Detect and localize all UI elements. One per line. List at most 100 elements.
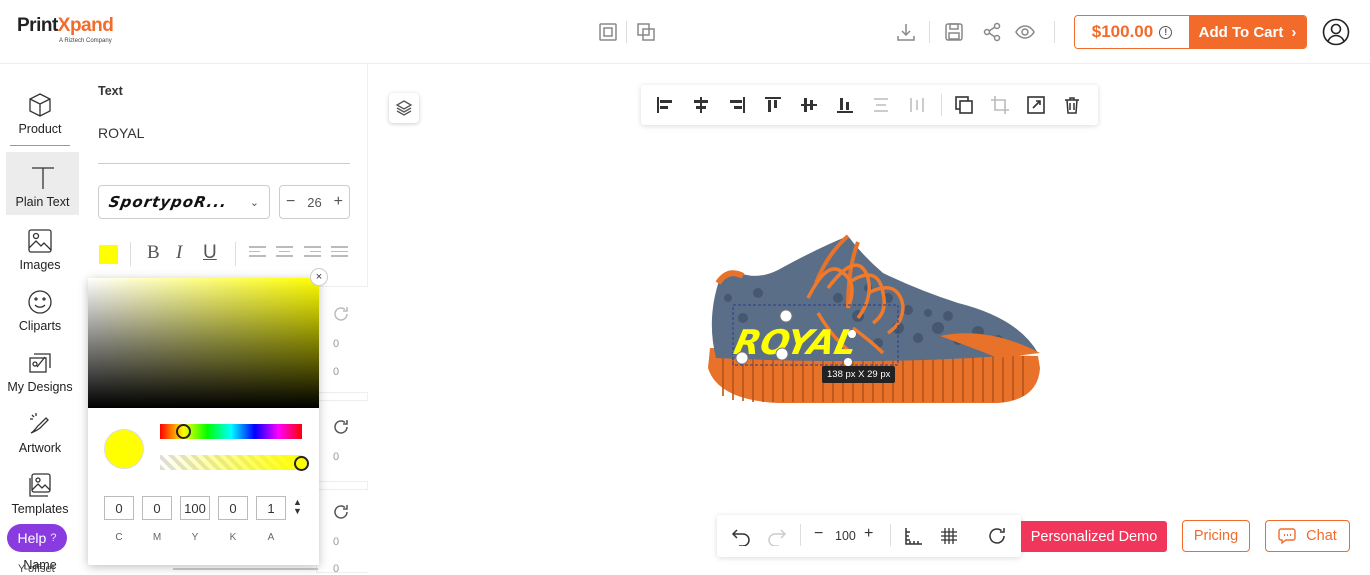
field-spinner[interactable]: ▲ ▼: [293, 498, 302, 516]
edit-handle[interactable]: [735, 351, 749, 365]
rotate-icon[interactable]: [332, 503, 350, 521]
y-offset-label: Y-offset: [18, 563, 55, 575]
chat-button[interactable]: Chat: [1265, 520, 1350, 552]
align-right-edge-icon[interactable]: [727, 95, 747, 115]
personalized-demo-button[interactable]: Personalized Demo: [1021, 521, 1167, 552]
font-select[interactable]: SportypoR... ⌄: [98, 185, 270, 219]
distribute-vertical-icon[interactable]: [907, 95, 927, 115]
nav-my-designs[interactable]: My Designs: [0, 338, 80, 400]
resize-handle[interactable]: [844, 358, 852, 366]
dimensions-tooltip: 138 px X 29 px: [822, 366, 896, 383]
crop-icon[interactable]: [990, 95, 1010, 115]
rotate-icon[interactable]: [332, 305, 350, 323]
preview-eye-icon[interactable]: [1013, 20, 1037, 44]
align-left-icon[interactable]: [249, 246, 266, 262]
help-button[interactable]: Help ?: [7, 524, 67, 552]
nav-product[interactable]: Product: [0, 80, 80, 142]
bring-forward-icon[interactable]: [954, 95, 974, 115]
nav-images[interactable]: Images: [0, 216, 80, 278]
ruler-icon[interactable]: [903, 526, 923, 546]
field-label: K: [229, 532, 237, 543]
zoom-in-icon[interactable]: +: [864, 525, 873, 543]
align-justify-icon[interactable]: [331, 246, 348, 262]
bold-button[interactable]: B: [147, 242, 160, 264]
resize-handle[interactable]: [848, 330, 856, 338]
logo[interactable]: PrintXpand A Riztech Company: [17, 15, 114, 44]
smiley-icon: [28, 290, 52, 314]
field-label: Y: [191, 532, 199, 543]
text-input[interactable]: ROYAL: [98, 124, 350, 164]
close-icon[interactable]: ×: [310, 268, 328, 286]
top-bar: PrintXpand A Riztech Company $100.00 ! A…: [0, 0, 1370, 64]
zoom-out-icon[interactable]: −: [814, 525, 823, 543]
add-to-cart-button[interactable]: Add To Cart ›: [1189, 16, 1306, 48]
layers-icon: [395, 100, 413, 116]
panel-title: Text: [98, 84, 123, 98]
copy-layers-icon[interactable]: [634, 20, 658, 44]
black-field[interactable]: 0: [218, 496, 248, 520]
align-left-edge-icon[interactable]: [655, 95, 675, 115]
y-offset-slider[interactable]: [173, 568, 318, 570]
rotate-icon[interactable]: [332, 418, 350, 436]
align-top-edge-icon[interactable]: [763, 95, 783, 115]
plus-icon[interactable]: +: [334, 193, 343, 211]
price-display[interactable]: $100.00 !: [1075, 16, 1189, 48]
alpha-slider-handle[interactable]: [294, 456, 309, 471]
divider: [1054, 21, 1055, 43]
field-label: C: [115, 532, 123, 543]
italic-button[interactable]: I: [176, 242, 182, 264]
layers-button[interactable]: [389, 93, 419, 123]
saturation-value-area[interactable]: [88, 278, 319, 408]
alpha-field[interactable]: 1: [256, 496, 286, 520]
align-center-icon[interactable]: [276, 246, 293, 262]
nav-templates[interactable]: Templates: [0, 460, 80, 522]
trash-icon[interactable]: [1062, 95, 1082, 115]
rotate-handle[interactable]: [779, 309, 793, 323]
align-right-icon[interactable]: [304, 246, 321, 262]
reset-rotate-icon[interactable]: [987, 526, 1007, 546]
nav-label: My Designs: [7, 380, 73, 394]
divider: [800, 524, 801, 546]
hue-slider-handle[interactable]: [176, 424, 191, 439]
save-icon[interactable]: [942, 20, 966, 44]
minus-icon[interactable]: −: [286, 193, 295, 211]
align-horizontal-center-icon[interactable]: [691, 95, 711, 115]
divider: [929, 21, 930, 43]
nav-label: Product: [18, 122, 62, 136]
duplicate-icon[interactable]: [596, 20, 620, 44]
nav-plain-text[interactable]: Plain Text: [6, 152, 79, 215]
field-label: M: [152, 532, 162, 543]
font-size-value[interactable]: 26: [307, 195, 321, 210]
info-icon[interactable]: !: [1159, 25, 1173, 39]
grid-icon[interactable]: [939, 526, 959, 546]
redo-icon[interactable]: [767, 526, 787, 547]
distribute-horizontal-icon[interactable]: [871, 95, 891, 115]
magenta-field[interactable]: 0: [142, 496, 172, 520]
nav-label: Artwork: [18, 441, 62, 455]
resize-icon[interactable]: [1026, 95, 1046, 115]
nav-label: Cliparts: [18, 319, 62, 333]
yellow-field[interactable]: 100: [180, 496, 210, 520]
cyan-field[interactable]: 0: [104, 496, 134, 520]
undo-icon[interactable]: [731, 526, 751, 547]
ghost-value: 0: [333, 338, 340, 350]
download-icon[interactable]: [894, 20, 918, 44]
royal-design-text[interactable]: ROYAL: [730, 323, 860, 363]
align-vertical-center-icon[interactable]: [799, 95, 819, 115]
underline-button[interactable]: U: [203, 242, 217, 264]
text-color-swatch[interactable]: [99, 245, 118, 264]
nav-label: Templates: [11, 502, 69, 516]
nav-artwork[interactable]: Artwork: [0, 399, 80, 461]
user-account-icon[interactable]: [1322, 18, 1350, 46]
ghost-value: 0: [333, 366, 340, 378]
pricing-button[interactable]: Pricing: [1182, 520, 1250, 552]
logo-text-print: Print: [17, 15, 58, 36]
more-options-handle[interactable]: [775, 347, 789, 361]
font-size-stepper[interactable]: − 26 +: [279, 185, 350, 219]
nav-cliparts[interactable]: Cliparts: [0, 277, 80, 339]
templates-icon: [29, 473, 51, 497]
share-icon[interactable]: [980, 20, 1004, 44]
align-bottom-edge-icon[interactable]: [835, 95, 855, 115]
chevron-right-icon: ›: [1291, 23, 1297, 41]
alpha-slider[interactable]: [160, 455, 302, 470]
